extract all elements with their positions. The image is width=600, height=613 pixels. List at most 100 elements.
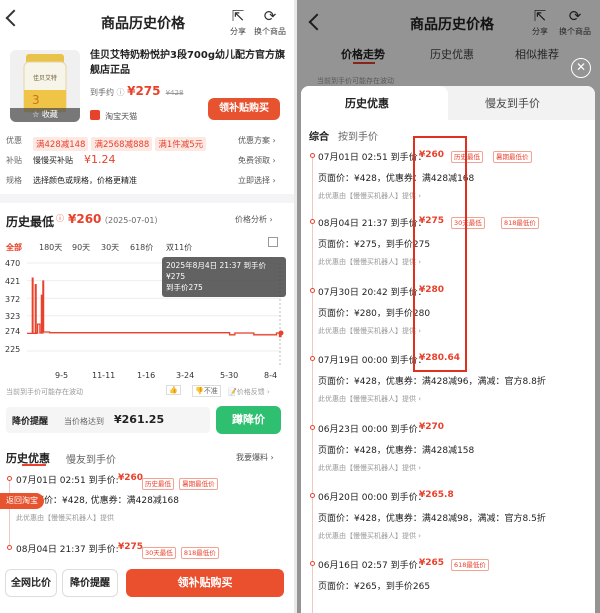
- back-arrow-icon[interactable]: [5, 9, 23, 27]
- svg-text:3: 3: [32, 93, 40, 107]
- timeline: [9, 480, 10, 550]
- history-low-price: ¥260: [68, 212, 102, 226]
- inaccurate-button[interactable]: 👎不准: [192, 385, 221, 397]
- range-tab-618[interactable]: 618价: [130, 242, 166, 253]
- record-source[interactable]: 此优惠由【慢慢买机器人】提供 ›: [318, 531, 421, 541]
- coupon-plan-link[interactable]: 优惠方案 ›: [238, 135, 276, 146]
- range-tab-all[interactable]: 全部: [6, 242, 39, 253]
- history-low-label: 历史最低: [6, 215, 55, 229]
- record-detail: 页面价：¥428，优惠券：满428减98，满减：官方8.5折: [318, 514, 546, 524]
- range-tabs: 全部 180天 90天 30天 618价 双11价: [6, 235, 199, 254]
- record-tags: 历史最低 暑期最低价: [142, 473, 218, 492]
- latest-point: [278, 330, 284, 336]
- record-source: 此优惠由【慢慢买机器人】提供: [16, 514, 114, 522]
- share-button[interactable]: ⇱ 分享: [230, 8, 246, 37]
- y-tick: 225: [5, 345, 21, 354]
- record-time: 06月23日 00:00 到手价：: [318, 425, 427, 435]
- x-tick: 1-16: [137, 371, 156, 380]
- timeline: [312, 156, 313, 613]
- coupon-tag: 满2568减888: [91, 137, 153, 151]
- tab-friend-prices[interactable]: 慢友到手价: [66, 451, 116, 466]
- record-time: 07月01日 02:51 到手价:: [16, 476, 119, 486]
- compare-prices-button[interactable]: 全网比价: [5, 569, 57, 597]
- record-tag: 暑期最低价: [493, 151, 532, 163]
- free-claim-link[interactable]: 免费领取 ›: [238, 155, 276, 166]
- price-alert-button[interactable]: 降价提醒: [62, 569, 118, 597]
- original-price: ¥428: [165, 89, 184, 97]
- coupon-list: 满428减148 满2568减888 满1件减5元: [33, 132, 209, 151]
- record-detail: 页面价：¥265，到手价265: [318, 582, 431, 592]
- range-tab-double11[interactable]: 双11价: [166, 242, 199, 253]
- report-link[interactable]: 我要爆料 ›: [236, 452, 274, 463]
- record-tag: 818最低价: [501, 217, 539, 229]
- record-source[interactable]: 此优惠由【慢慢买机器人】提供 ›: [318, 463, 421, 473]
- product-image[interactable]: 佳贝艾特 3 ☆ 收藏: [10, 50, 80, 122]
- record-time: 06月20日 00:00 到手价：: [318, 493, 427, 503]
- shop-badge: 淘宝天猫: [90, 104, 137, 123]
- favorite-button[interactable]: ☆ 收藏: [10, 108, 80, 122]
- range-tab-180[interactable]: 180天: [39, 242, 72, 253]
- product-name: 佳贝艾特奶粉悦护3段700g幼儿配方官方旗舰店正品: [90, 50, 285, 76]
- y-tick: 274: [5, 327, 21, 336]
- record-time: 07月01日 02:51 到手价：: [318, 153, 427, 163]
- range-tab-30[interactable]: 30天: [101, 242, 130, 253]
- x-tick: 11-11: [92, 371, 116, 380]
- tab-history-deals[interactable]: 历史优惠: [345, 95, 389, 111]
- watch-drop-button[interactable]: 蹲降价: [216, 406, 281, 434]
- record-detail: 页面价：¥428，优惠券：满428减96，满减：官方8.8折: [318, 377, 546, 387]
- close-icon[interactable]: ✕: [571, 58, 591, 78]
- current-price: ¥275: [127, 84, 161, 98]
- timeline-dot: [7, 476, 12, 481]
- expand-icon[interactable]: [268, 237, 278, 247]
- record-source[interactable]: 此优惠由【慢慢买机器人】提供 ›: [318, 191, 421, 201]
- select-spec-link[interactable]: 立即选择 ›: [238, 175, 276, 186]
- record-price: ¥270: [419, 422, 445, 432]
- timeline-dot: [310, 153, 315, 158]
- price-row: 到手约 ⓘ ¥275 ¥428: [90, 84, 184, 98]
- timeline-dot: [310, 493, 315, 498]
- record-time: 08月04日 21:37 到手价:: [16, 545, 119, 555]
- record-source[interactable]: 此优惠由【慢慢买机器人】提供 ›: [318, 326, 421, 336]
- timeline-dot: [310, 288, 315, 293]
- record-price: ¥260: [118, 473, 144, 483]
- y-tick: 372: [5, 295, 21, 304]
- x-tick: 8-4: [264, 371, 278, 380]
- switch-product-button[interactable]: ⟳ 换个商品: [254, 8, 286, 37]
- record-price: ¥265: [419, 558, 445, 568]
- record-source[interactable]: 此优惠由【慢慢买机器人】提供 ›: [318, 394, 421, 404]
- alert-price: ¥261.25: [114, 413, 165, 426]
- refresh-icon: ⟳: [263, 7, 277, 25]
- return-taobao-button[interactable]: 返回淘宝: [0, 493, 44, 509]
- price-feedback-link[interactable]: 📝价格反馈 ›: [228, 387, 270, 397]
- tab-friend-prices[interactable]: 慢友到手价: [485, 95, 540, 111]
- price-analysis-link[interactable]: 价格分析 ›: [235, 214, 273, 225]
- timeline-dot: [7, 545, 12, 550]
- record-tag: 618最低价: [451, 559, 489, 571]
- page-title: 商品历史价格: [101, 16, 185, 32]
- like-button[interactable]: 👍: [166, 385, 181, 395]
- record-time: 07月30日 20:42 到手价：: [318, 288, 427, 298]
- sheet-tabs: 历史优惠 慢友到手价: [301, 86, 595, 120]
- x-tick: 5-30: [220, 371, 239, 380]
- info-icon: ⓘ: [56, 214, 64, 223]
- info-rows: 优惠 满428减148 满2568减888 满1件减5元 优惠方案 › 补贴 慢慢买…: [0, 128, 294, 194]
- y-tick: 470: [5, 259, 21, 268]
- chart-tooltip: 2025年8月4日 21:37 到手价¥275 到手价275: [162, 257, 286, 297]
- range-tab-90[interactable]: 90天: [72, 242, 101, 253]
- highlight-box: [413, 136, 467, 372]
- record-source[interactable]: 此优惠由【慢慢买机器人】提供 ›: [318, 257, 421, 267]
- svg-text:佳贝艾特: 佳贝艾特: [33, 74, 57, 82]
- timeline-dot: [310, 561, 315, 566]
- subsidy-buy-button[interactable]: 领补贴购买: [208, 98, 280, 120]
- sort-comprehensive[interactable]: 综合: [309, 128, 329, 143]
- bottom-buy-button[interactable]: 领补贴购买: [126, 569, 284, 597]
- tmall-icon: [90, 109, 100, 120]
- tab-underline: [22, 464, 46, 466]
- record-detail: 页面价：¥428，优惠券：满428减158: [318, 446, 475, 456]
- left-screen: 商品历史价格 ⇱ 分享 ⟳ 换个商品 佳贝艾特 3 ☆ 收藏 佳贝艾特奶粉悦护3段7…: [0, 0, 294, 613]
- right-screen: 商品历史价格 ⇱ 分享 ⟳ 换个商品 价格走势 历史优惠 相似推荐 当前到手价可能存…: [297, 0, 600, 613]
- record-time: 06月16日 02:57 到手价：: [318, 561, 427, 571]
- record-time: 07月19日 00:00 到手价：: [318, 356, 427, 366]
- sort-by-price[interactable]: 按到手价: [338, 128, 378, 143]
- record-price: ¥265.8: [419, 490, 454, 500]
